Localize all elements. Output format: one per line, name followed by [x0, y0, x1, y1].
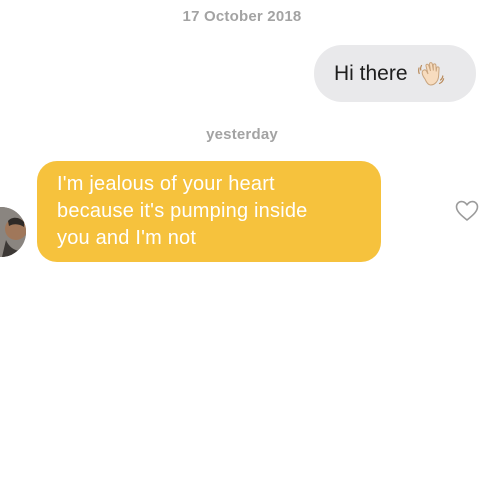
incoming-message-line: you and I'm not: [57, 227, 197, 249]
chat-screen: 17 October 2018 Hi there yesterday I'm j…: [0, 0, 484, 484]
outgoing-message-bubble[interactable]: Hi there: [314, 45, 476, 102]
date-separator: yesterday: [206, 126, 278, 143]
heart-outline-icon[interactable]: [454, 198, 480, 224]
incoming-message-line: because it's pumping inside: [57, 200, 308, 222]
date-separator: 17 October 2018: [182, 8, 302, 25]
waving-hand-icon: [416, 59, 446, 89]
incoming-message-bubble[interactable]: I'm jealous of your heart because it's p…: [37, 161, 381, 262]
avatar[interactable]: [0, 207, 26, 257]
outgoing-message-text: Hi there: [334, 61, 408, 85]
incoming-message-line: I'm jealous of your heart: [57, 173, 275, 195]
